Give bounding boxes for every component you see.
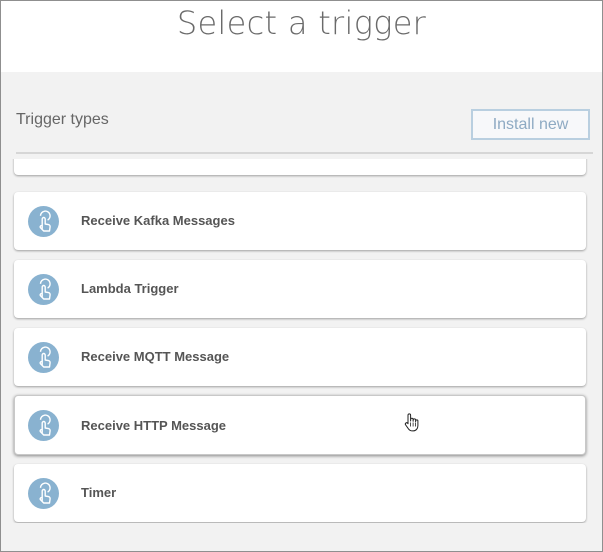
page-title: Select a trigger — [176, 4, 427, 42]
tap-hand-icon — [28, 206, 59, 237]
tap-hand-icon — [28, 342, 59, 373]
trigger-list[interactable]: Receive Kafka Messages Lambda Trigger Re… — [11, 159, 597, 523]
trigger-card-partial[interactable] — [14, 159, 586, 175]
trigger-card-kafka[interactable]: Receive Kafka Messages — [14, 192, 586, 250]
trigger-card-lambda[interactable]: Lambda Trigger — [14, 260, 586, 318]
trigger-label: Receive MQTT Message — [81, 349, 230, 364]
trigger-card-mqtt[interactable]: Receive MQTT Message — [14, 328, 586, 386]
trigger-label: Receive Kafka Messages — [81, 213, 235, 228]
hand-pointer-cursor-icon — [403, 413, 421, 433]
trigger-label: Receive HTTP Message — [81, 418, 226, 433]
trigger-card-timer[interactable]: Timer — [14, 464, 586, 522]
trigger-label: Timer — [81, 485, 117, 500]
tap-hand-icon — [28, 478, 59, 509]
trigger-card-http[interactable]: Receive HTTP Message — [14, 395, 586, 455]
trigger-dialog: Select a trigger Trigger types Install n… — [0, 0, 603, 552]
tap-hand-icon — [28, 274, 59, 305]
trigger-types-label: Trigger types — [16, 111, 109, 128]
install-new-button[interactable]: Install new — [471, 109, 590, 140]
tap-hand-icon — [28, 410, 59, 441]
section-divider — [16, 152, 593, 154]
dialog-header: Select a trigger — [1, 1, 602, 72]
trigger-label: Lambda Trigger — [81, 281, 179, 296]
